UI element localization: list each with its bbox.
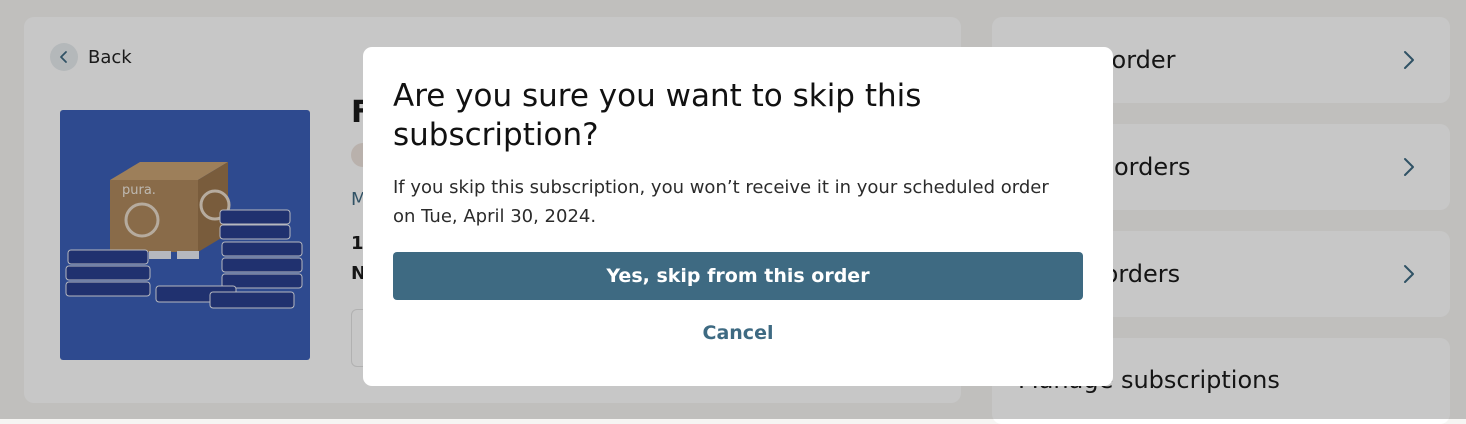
confirm-skip-button[interactable]: Yes, skip from this order bbox=[393, 252, 1083, 300]
dialog-title: Are you sure you want to skip this subsc… bbox=[393, 78, 922, 153]
skip-subscription-dialog: Are you sure you want to skip this subsc… bbox=[363, 47, 1113, 386]
dialog-body: If you skip this subscription, you won’t… bbox=[393, 177, 1049, 227]
cancel-button[interactable]: Cancel bbox=[393, 315, 1083, 351]
